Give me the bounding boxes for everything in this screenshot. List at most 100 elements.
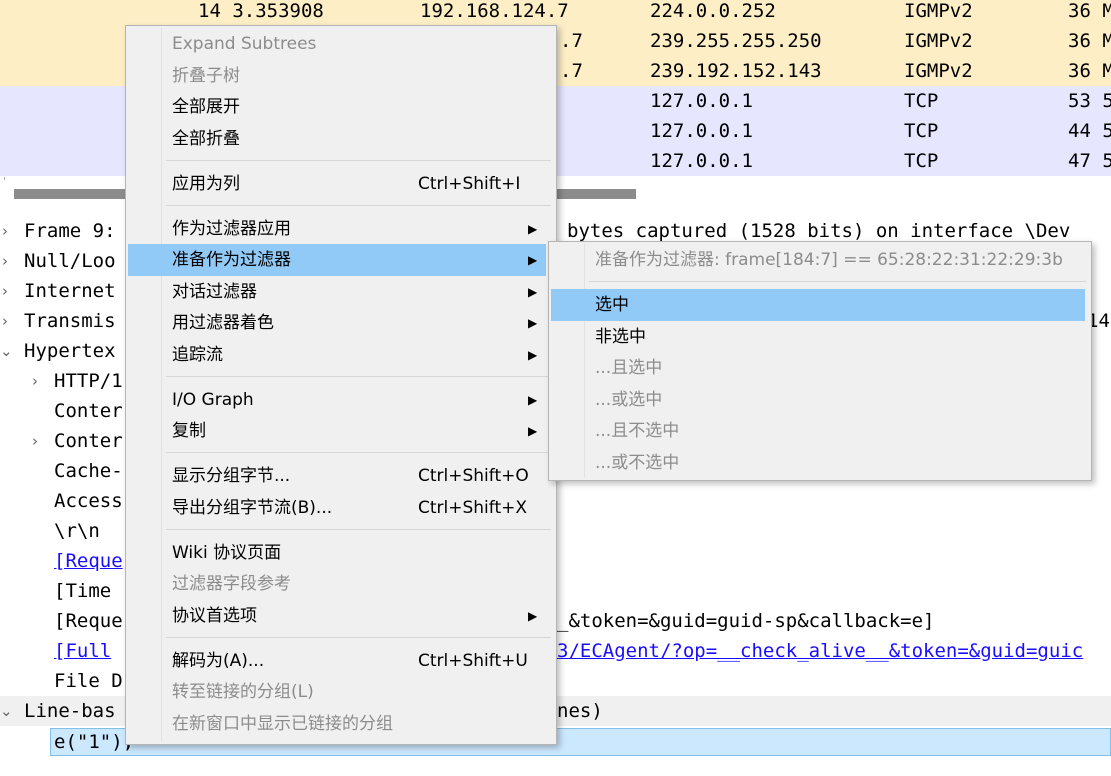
menu-separator bbox=[166, 160, 551, 161]
menu-separator bbox=[166, 376, 551, 377]
submenu-header-label: 准备作为过滤器: frame[184:7] == 65:28:22:31:22:… bbox=[595, 250, 1063, 270]
tree-item-label: HTTP/1 bbox=[54, 370, 123, 392]
submenu-arrow-icon: ▶ bbox=[528, 424, 538, 438]
menu-separator bbox=[589, 281, 1086, 282]
menu-item-label: 在新窗口中显示已链接的分组 bbox=[172, 714, 393, 734]
menu-item-wiki-protocol-page[interactable]: Wiki 协议页面 bbox=[128, 537, 554, 569]
tree-item-label: [Reque bbox=[54, 610, 123, 632]
menu-item-label: 折叠子树 bbox=[172, 66, 240, 86]
submenu-item-or-selected[interactable]: ...或选中 bbox=[551, 384, 1089, 416]
menu-item-copy[interactable]: 复制 ▶ bbox=[128, 415, 554, 447]
packet-protocol: TCP bbox=[904, 120, 939, 142]
tree-item-label: [Time bbox=[54, 580, 112, 602]
menu-item-label: 协议首选项 bbox=[172, 606, 257, 626]
menu-item-label: 非选中 bbox=[595, 327, 646, 347]
menu-item-expand-all[interactable]: 全部展开 bbox=[128, 91, 554, 123]
menu-item-protocol-preferences[interactable]: 协议首选项 ▶ bbox=[128, 600, 554, 632]
chevron-right-icon[interactable]: › bbox=[2, 246, 8, 276]
submenu-arrow-icon: ▶ bbox=[528, 393, 538, 407]
packet-protocol: IGMPv2 bbox=[904, 0, 973, 22]
tree-item-label: \r\n bbox=[54, 520, 100, 542]
tree-item-label: e("1"); bbox=[54, 731, 135, 753]
menu-item-follow-stream[interactable]: 追踪流 ▶ bbox=[128, 339, 554, 371]
tree-item-label: Null/Loo bbox=[24, 250, 116, 272]
packet-source: 192.168.124.7 bbox=[420, 0, 569, 22]
menu-item-expand-subtrees[interactable]: Expand Subtrees bbox=[128, 28, 554, 60]
packet-protocol: TCP bbox=[904, 90, 939, 112]
submenu-item-selected[interactable]: 选中 bbox=[551, 289, 1085, 321]
menu-item-filter-field-reference[interactable]: 过滤器字段参考 bbox=[128, 568, 554, 600]
menu-item-apply-as-filter[interactable]: 作为过滤器应用 ▶ bbox=[128, 213, 554, 245]
menu-item-label: ...或选中 bbox=[595, 390, 663, 410]
tree-item-label: Transmis bbox=[24, 310, 116, 332]
menu-item-label: 全部折叠 bbox=[172, 129, 240, 149]
submenu-arrow-icon: ▶ bbox=[528, 253, 538, 267]
submenu-header: 准备作为过滤器: frame[184:7] == 65:28:22:31:22:… bbox=[551, 244, 1089, 276]
menu-item-label: 显示分组字节... bbox=[172, 466, 291, 486]
chevron-right-icon[interactable]: › bbox=[2, 216, 8, 246]
submenu-item-not-selected[interactable]: 非选中 bbox=[551, 321, 1089, 353]
tree-item-label: Internet bbox=[24, 280, 116, 302]
packet-protocol: IGMPv2 bbox=[904, 30, 973, 52]
menu-item-label: Expand Subtrees bbox=[172, 34, 317, 54]
submenu-arrow-icon: ▶ bbox=[528, 285, 538, 299]
packet-destination: 239.192.152.143 bbox=[650, 60, 822, 82]
menu-separator bbox=[166, 637, 551, 638]
chevron-down-icon[interactable]: ⌄ bbox=[0, 336, 13, 366]
menu-item-label: 全部展开 bbox=[172, 97, 240, 117]
menu-item-label: 用过滤器着色 bbox=[172, 313, 274, 333]
menu-item-export-packet-bytes[interactable]: 导出分组字节流(B)... Ctrl+Shift+X bbox=[128, 492, 554, 524]
submenu-arrow-icon: ▶ bbox=[528, 609, 538, 623]
menu-item-shortcut: Ctrl+Shift+O bbox=[418, 466, 529, 486]
tree-item-label: File D bbox=[54, 670, 123, 692]
menu-item-collapse-subtrees[interactable]: 折叠子树 bbox=[128, 60, 554, 92]
menu-item-decode-as[interactable]: 解码为(A)... Ctrl+Shift+U bbox=[128, 645, 554, 677]
tree-item-label: Hypertex bbox=[24, 340, 116, 362]
chevron-right-icon[interactable]: › bbox=[32, 366, 38, 396]
menu-item-label: 过滤器字段参考 bbox=[172, 574, 291, 594]
submenu-item-and-selected[interactable]: ...且选中 bbox=[551, 352, 1089, 384]
packet-length: 36 M bbox=[1068, 0, 1111, 22]
menu-item-label: 解码为(A)... bbox=[172, 651, 265, 671]
tree-item-label: Line-bas bbox=[24, 700, 116, 722]
submenu-item-and-not-selected[interactable]: ...且不选中 bbox=[551, 415, 1089, 447]
packet-destination: 127.0.0.1 bbox=[650, 90, 753, 112]
chevron-down-icon[interactable]: ⌄ bbox=[0, 696, 13, 726]
tree-item-link-tail[interactable]: 3/ECAgent/?op=__check_alive__&token=&gui… bbox=[557, 636, 1083, 666]
tree-item-label-tail: _&token=&guid=guid-sp&callback=e] bbox=[557, 610, 935, 632]
menu-item-label: 导出分组字节流(B)... bbox=[172, 498, 333, 518]
tree-item-link[interactable]: [Full bbox=[54, 636, 111, 666]
packet-length: 53 5 bbox=[1068, 90, 1111, 112]
menu-item-collapse-all[interactable]: 全部折叠 bbox=[128, 123, 554, 155]
menu-item-show-linked-packet-new-window[interactable]: 在新窗口中显示已链接的分组 bbox=[128, 708, 554, 740]
tree-item-label: Frame 9: bbox=[24, 220, 116, 242]
menu-item-colorize-with-filter[interactable]: 用过滤器着色 ▶ bbox=[128, 307, 554, 339]
tree-item-label: Conter bbox=[54, 400, 123, 422]
menu-item-shortcut: Ctrl+Shift+I bbox=[418, 174, 521, 194]
menu-item-label: 作为过滤器应用 bbox=[172, 219, 291, 239]
menu-item-apply-as-column[interactable]: 应用为列 Ctrl+Shift+I bbox=[128, 168, 554, 200]
packet-length: 36 M bbox=[1068, 30, 1111, 52]
tree-item-label: Conter bbox=[54, 430, 123, 452]
tree-item-link[interactable]: [Reque bbox=[54, 546, 123, 576]
packet-row[interactable]: 14 3.353908 192.168.124.7 224.0.0.252 IG… bbox=[0, 0, 1111, 26]
packet-destination: 127.0.0.1 bbox=[650, 120, 753, 142]
menu-item-prepare-as-filter[interactable]: 准备作为过滤器 ▶ bbox=[128, 244, 546, 276]
menu-item-show-packet-bytes[interactable]: 显示分组字节... Ctrl+Shift+O bbox=[128, 460, 554, 492]
menu-item-go-to-linked-packet[interactable]: 转至链接的分组(L) bbox=[128, 676, 554, 708]
menu-separator bbox=[166, 452, 551, 453]
packet-length: 44 5 bbox=[1068, 120, 1111, 142]
packet-no: 14 3.353908 bbox=[198, 0, 324, 22]
menu-item-conversation-filter[interactable]: 对话过滤器 ▶ bbox=[128, 276, 554, 308]
chevron-right-icon[interactable]: › bbox=[2, 276, 8, 306]
submenu-item-or-not-selected[interactable]: ...或不选中 bbox=[551, 447, 1089, 479]
chevron-right-icon[interactable]: › bbox=[2, 306, 8, 336]
menu-item-label: ...且不选中 bbox=[595, 421, 680, 441]
packet-length: 47 5 bbox=[1068, 150, 1111, 172]
menu-item-label: 准备作为过滤器 bbox=[172, 250, 291, 270]
packet-protocol: IGMPv2 bbox=[904, 60, 973, 82]
menu-item-io-graph[interactable]: I/O Graph ▶ bbox=[128, 384, 554, 416]
packet-length: 36 M bbox=[1068, 60, 1111, 82]
chevron-right-icon[interactable]: › bbox=[32, 426, 38, 456]
menu-item-label: 追踪流 bbox=[172, 345, 223, 365]
